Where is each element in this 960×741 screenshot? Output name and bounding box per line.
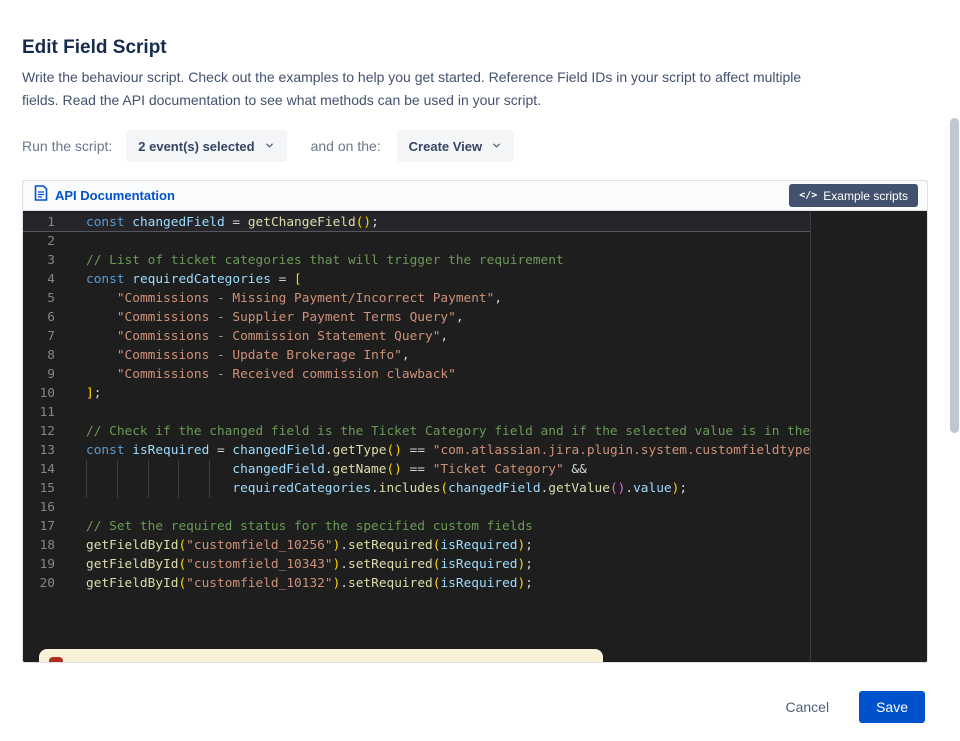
modal-description: Write the behaviour script. Check out th… (22, 66, 801, 112)
code-line: 20 getFieldById("customfield_10132").setR… (23, 574, 811, 593)
line-number: 3 (47, 253, 55, 268)
code-line: 10]; (23, 384, 811, 403)
scrollbar-thumb[interactable] (950, 118, 959, 433)
line-number: 18 (39, 538, 55, 553)
save-button[interactable]: Save (859, 691, 925, 723)
code-line: 12// Check if the changed field is the T… (23, 422, 811, 441)
view-dropdown-value: Create View (408, 138, 483, 154)
editor-panel: API Documentation </> Example scripts 1c… (22, 180, 928, 663)
line-number: 11 (39, 405, 55, 420)
events-dropdown-value: 2 event(s) selected (138, 138, 255, 154)
code-line: 11 (23, 403, 811, 422)
code-line: 15 requiredCategories.includes(changedFie… (23, 479, 811, 498)
on-view-label: and on the: (310, 138, 381, 154)
code-editor[interactable]: 1 const changedField = getChangeField(); 2… (23, 211, 927, 662)
line-number: 6 (47, 310, 55, 325)
example-scripts-button[interactable]: </> Example scripts (789, 184, 918, 207)
code-line: 6 "Commissions - Supplier Payment Terms … (23, 308, 811, 327)
editor-toolbar: API Documentation </> Example scripts (23, 181, 927, 211)
code-line: 8 "Commissions - Update Brokerage Info", (23, 346, 811, 365)
line-number: 12 (39, 424, 55, 439)
line-number: 7 (47, 329, 55, 344)
code-line: 18 getFieldById("customfield_10256").setR… (23, 536, 811, 555)
code-line: 1 const changedField = getChangeField(); (23, 213, 811, 232)
page-scrollbar[interactable] (948, 0, 960, 741)
cancel-button[interactable]: Cancel (779, 698, 835, 716)
code-line: 17// Set the required status for the spe… (23, 517, 811, 536)
code-line: 7 "Commissions - Commission Statement Qu… (23, 327, 811, 346)
line-number: 8 (47, 348, 55, 363)
line-number: 17 (39, 519, 55, 534)
page-title: Edit Field Script (22, 36, 167, 58)
line-number: 10 (39, 386, 55, 401)
line-number: 14 (39, 462, 55, 477)
document-icon (34, 185, 48, 206)
edit-field-script-modal: Edit Field Script Write the behaviour sc… (0, 0, 960, 741)
line-number: 4 (47, 272, 55, 287)
api-documentation-link[interactable]: API Documentation (34, 185, 175, 206)
warning-banner (39, 649, 603, 662)
code-line: 13 const isRequired = changedField.getTyp… (23, 441, 811, 460)
error-icon (49, 657, 63, 662)
chevron-down-icon (264, 139, 275, 154)
line-number: 9 (47, 367, 55, 382)
line-number: 2 (47, 234, 55, 249)
code-line: 2 (23, 232, 811, 251)
line-number: 19 (39, 557, 55, 572)
minimap[interactable]: 1const changedField = getChangeField();2… (810, 211, 927, 662)
code-line: 9 "Commissions - Received commission cla… (23, 365, 811, 384)
line-number: 20 (39, 576, 55, 591)
description-line-1: Write the behaviour script. Check out th… (22, 69, 802, 85)
run-script-label: Run the script: (22, 138, 113, 154)
events-dropdown[interactable]: 2 event(s) selected (126, 130, 287, 162)
code-lines[interactable]: 1 const changedField = getChangeField(); 2… (23, 211, 811, 662)
script-controls-row: Run the script: 2 event(s) selected and … (22, 130, 515, 162)
modal-footer: Cancel Save (779, 691, 925, 723)
code-line: 19 getFieldById("customfield_10343").setR… (23, 555, 811, 574)
line-number: 5 (47, 291, 55, 306)
chevron-down-icon (491, 139, 502, 154)
line-number: 1 (47, 215, 55, 230)
code-line: 3// List of ticket categories that will … (23, 251, 811, 270)
api-documentation-label: API Documentation (55, 188, 175, 203)
example-scripts-label: Example scripts (823, 188, 908, 203)
code-line: 4 const requiredCategories = [ (23, 270, 811, 289)
code-line: 5 "Commissions - Missing Payment/Incorre… (23, 289, 811, 308)
view-dropdown[interactable]: Create View (396, 130, 515, 162)
line-number: 13 (39, 443, 55, 458)
description-line-2: fields. Read the API documentation to se… (22, 92, 542, 108)
code-line: 14 changedField.getName() == "Ticket Cate… (23, 460, 811, 479)
line-number: 16 (39, 500, 55, 515)
line-number: 15 (39, 481, 55, 496)
code-line: 16 (23, 498, 811, 517)
code-icon: </> (799, 190, 818, 201)
